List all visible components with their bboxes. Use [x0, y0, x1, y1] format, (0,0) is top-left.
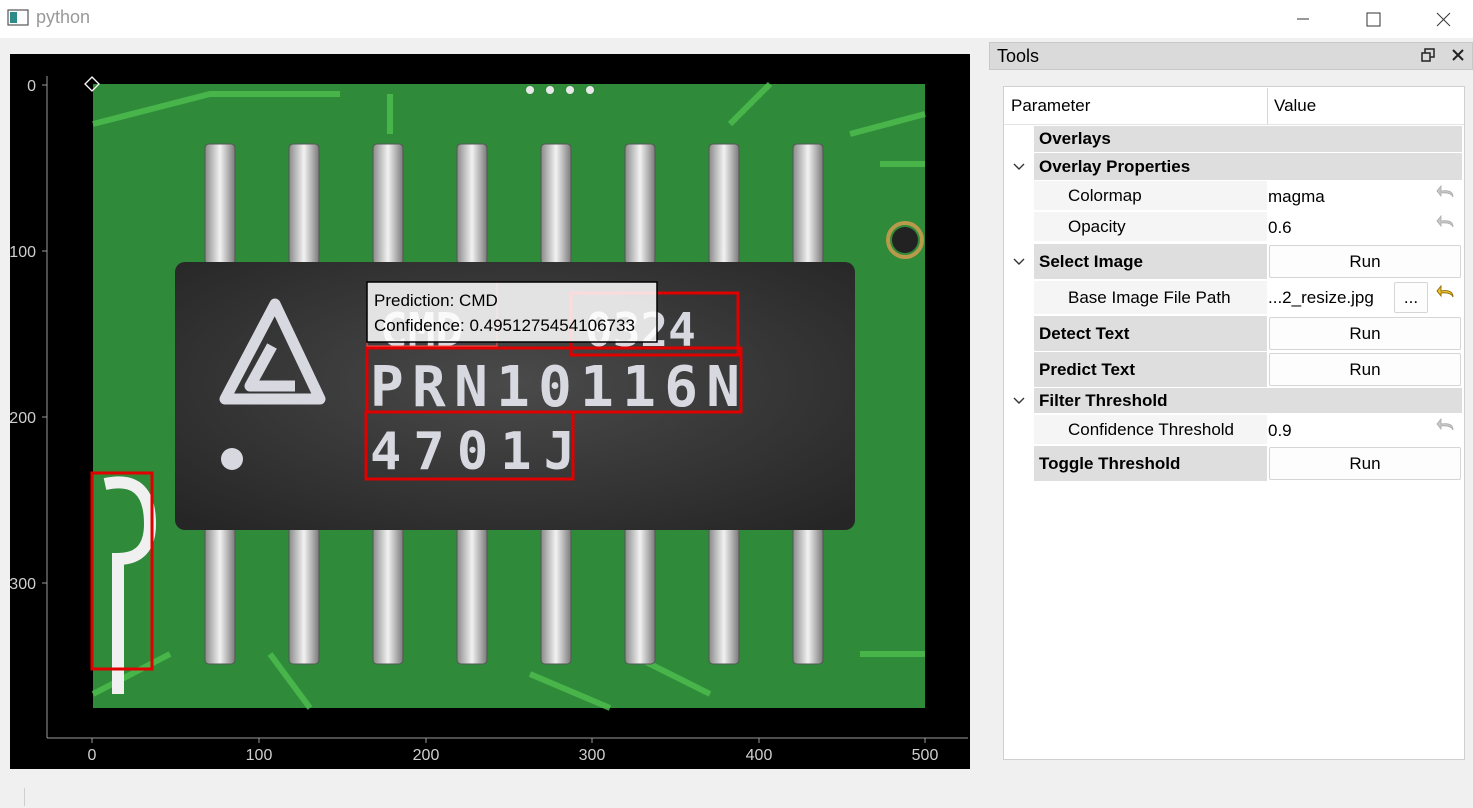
chevron-down-icon[interactable]: [1012, 393, 1026, 407]
prediction-tooltip: Prediction: CMD Confidence: 0.4951275454…: [366, 281, 658, 343]
select-image-run-button[interactable]: Run: [1269, 245, 1461, 278]
undo-icon: [1436, 215, 1454, 228]
predict-text-run-button[interactable]: Run: [1269, 353, 1461, 386]
pcb-image: CMD 0324 PRN10116N 4701J: [91, 81, 926, 711]
base-image-path-value[interactable]: ...2_resize.jpg: [1268, 281, 1374, 314]
x-tick-label: 100: [246, 747, 273, 764]
toggle-threshold-run-button[interactable]: Run: [1269, 447, 1461, 480]
window-title: python: [36, 7, 91, 27]
image-plot[interactable]: 0 100 200 300 0 100 200 300 400 500 PRN1…: [10, 54, 970, 769]
confidence-threshold-label: Confidence Threshold: [1068, 419, 1235, 439]
svg-text:PRN10116N: PRN10116N: [370, 355, 740, 420]
close-icon: [1436, 12, 1450, 26]
overlays-label: Overlays: [1039, 129, 1111, 148]
undo-icon: [1436, 285, 1454, 298]
maximize-icon: [1366, 12, 1380, 26]
tooltip-confidence: Confidence: 0.4951275454106733: [374, 316, 635, 335]
undo-icon: [1436, 185, 1454, 198]
y-tick-label: 200: [10, 410, 36, 427]
header-divider: [1267, 88, 1268, 124]
opacity-reset-button[interactable]: [1435, 214, 1459, 236]
app-icon: [7, 9, 29, 26]
column-header-parameter[interactable]: Parameter: [1011, 88, 1091, 124]
float-icon[interactable]: [1421, 48, 1435, 62]
opacity-label: Opacity: [1068, 216, 1126, 236]
y-tick-label: 100: [10, 244, 36, 261]
status-bar: [0, 786, 1473, 808]
select-image-label: Select Image: [1039, 251, 1143, 271]
opacity-value[interactable]: 0.6: [1268, 212, 1292, 243]
minimize-button[interactable]: [1268, 0, 1338, 38]
detect-text-run-button[interactable]: Run: [1269, 317, 1461, 350]
colormap-label: Colormap: [1068, 185, 1142, 205]
column-header-value[interactable]: Value: [1274, 88, 1317, 124]
chevron-down-icon[interactable]: [1012, 159, 1026, 173]
x-tick-label: 400: [746, 747, 773, 764]
y-tick-label: 0: [27, 78, 36, 95]
dock-title-bar[interactable]: [989, 42, 1473, 70]
svg-text:4701J: 4701J: [370, 422, 575, 482]
colormap-value[interactable]: magma: [1268, 181, 1325, 212]
undo-icon: [1436, 418, 1454, 431]
tooltip-prediction: Prediction: CMD: [374, 291, 498, 310]
title-bar: [0, 0, 1473, 38]
image-plot-panel[interactable]: 0 100 200 300 0 100 200 300 400 500 PRN1…: [10, 54, 970, 769]
predict-text-label: Predict Text: [1039, 359, 1136, 379]
colormap-reset-button[interactable]: [1435, 184, 1459, 206]
maximize-button[interactable]: [1338, 0, 1408, 38]
minimize-icon: [1297, 18, 1309, 20]
dock-close-icon[interactable]: [1451, 48, 1465, 62]
status-bar-divider: [24, 788, 25, 806]
chevron-down-icon[interactable]: [1012, 254, 1026, 268]
base-image-path-reset-button[interactable]: [1435, 284, 1459, 306]
toggle-threshold-label: Toggle Threshold: [1039, 453, 1181, 473]
confidence-threshold-value[interactable]: 0.9: [1268, 415, 1292, 446]
y-tick-label: 300: [10, 576, 36, 593]
x-tick-label: 200: [413, 747, 440, 764]
x-tick-label: 500: [912, 747, 939, 764]
browse-button[interactable]: ...: [1394, 282, 1428, 313]
x-tick-label: 300: [579, 747, 606, 764]
dock-title: Tools: [997, 46, 1040, 66]
close-button[interactable]: [1408, 0, 1473, 38]
detect-text-label: Detect Text: [1039, 323, 1130, 343]
base-image-path-label: Base Image File Path: [1068, 287, 1231, 307]
confidence-threshold-reset-button[interactable]: [1435, 417, 1459, 439]
header-divider: [1004, 124, 1464, 125]
x-tick-label: 0: [88, 747, 97, 764]
overlay-properties-label: Overlay Properties: [1039, 156, 1191, 176]
filter-threshold-label: Filter Threshold: [1039, 390, 1168, 410]
